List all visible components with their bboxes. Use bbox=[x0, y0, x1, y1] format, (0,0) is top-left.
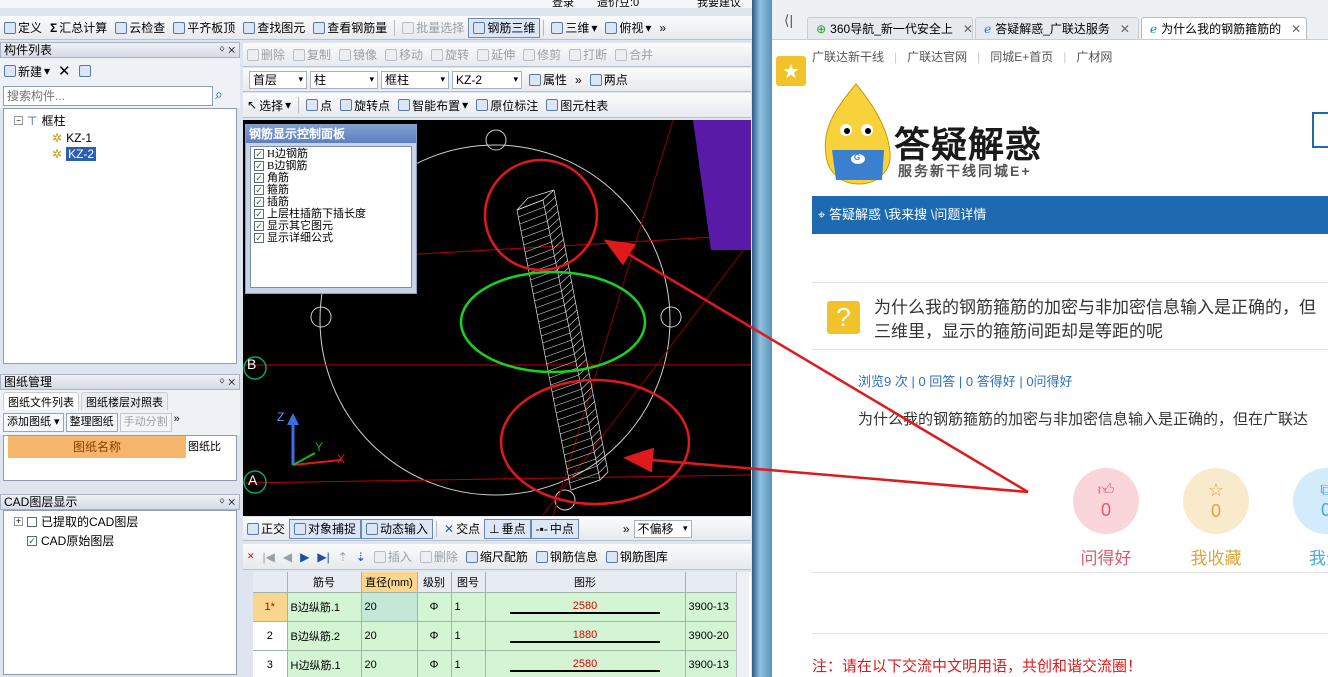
annotation-arrows bbox=[603, 239, 1029, 494]
